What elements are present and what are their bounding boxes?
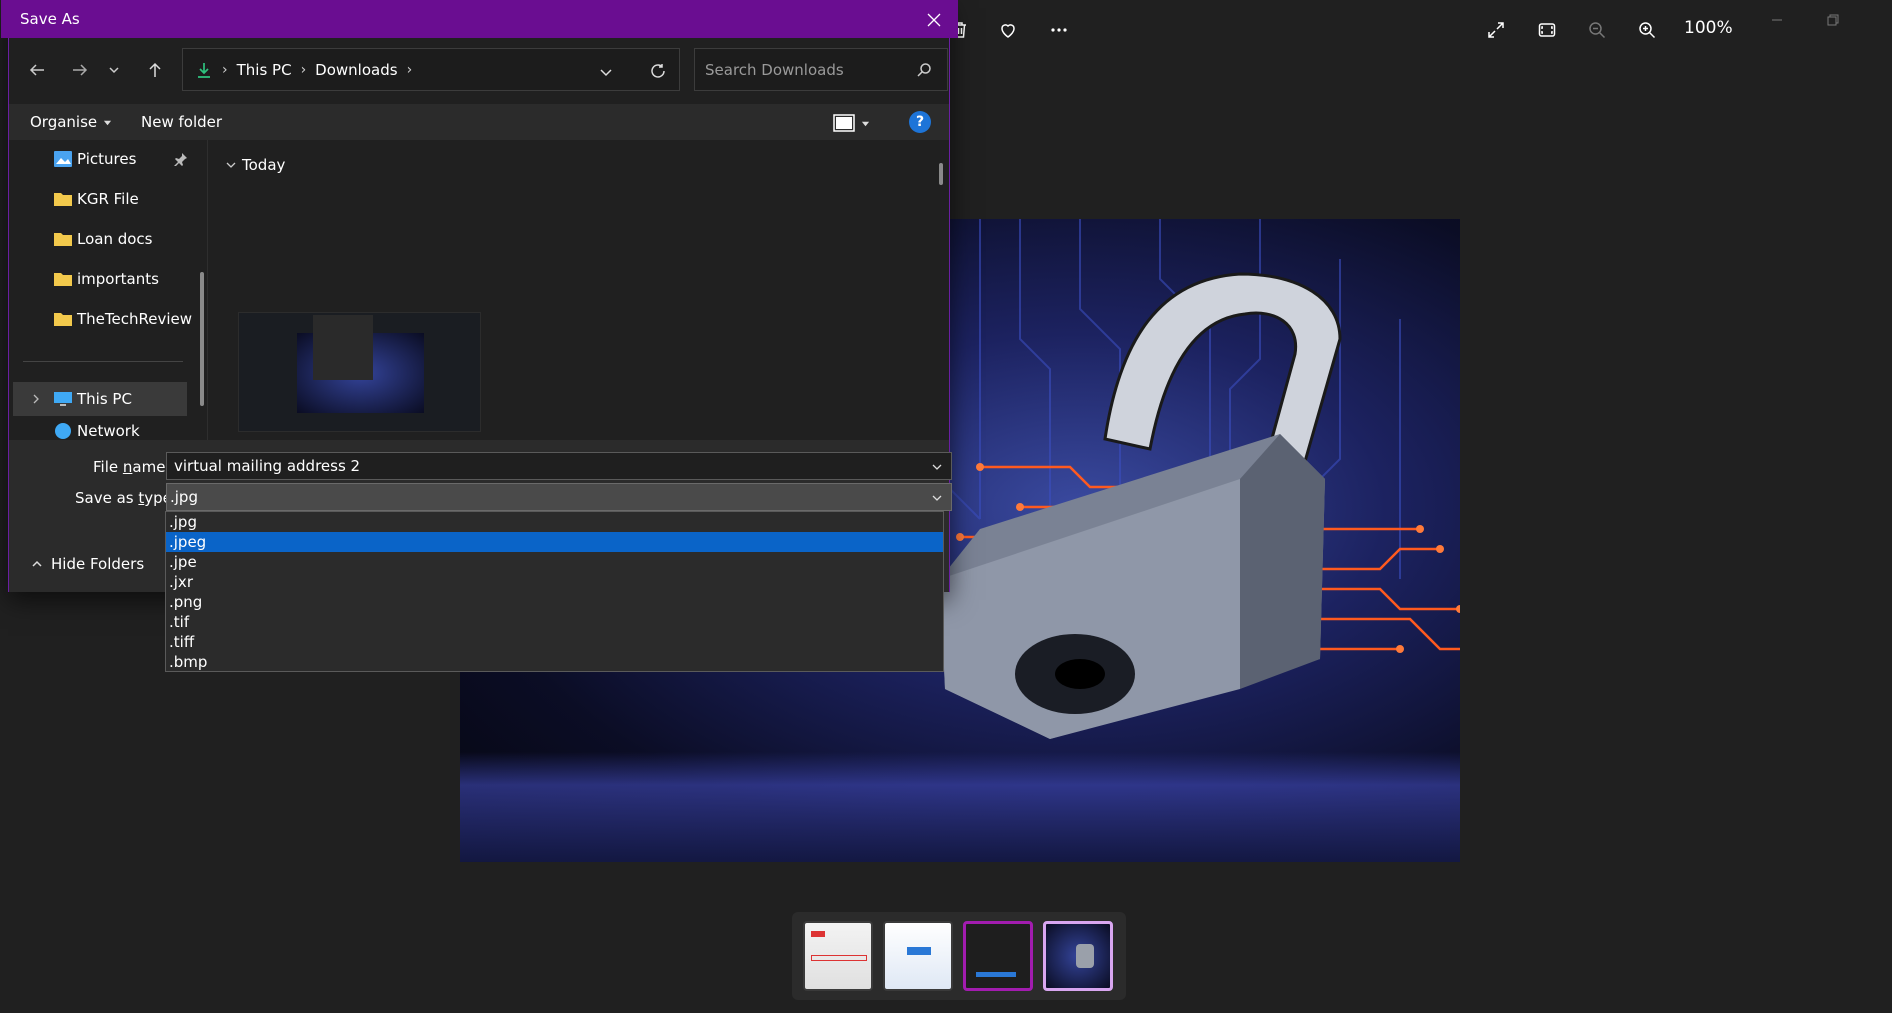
chevron-up-icon [32, 560, 42, 567]
type-option-png[interactable]: .png [166, 592, 943, 612]
type-option-jpe[interactable]: .jpe [166, 552, 943, 572]
breadcrumb-separator-icon[interactable]: › [407, 62, 413, 78]
help-button[interactable]: ? [909, 111, 931, 133]
save-as-type-chevron-down-icon[interactable] [930, 491, 944, 505]
dialog-title: Save As [20, 10, 80, 28]
organise-label: Organise [30, 113, 98, 131]
access-key: n [122, 458, 133, 476]
breadcrumb-this-pc[interactable]: This PC [237, 61, 292, 79]
chevron-down-icon [861, 121, 870, 126]
nav-item-label: Loan docs [77, 230, 153, 248]
download-location-icon [195, 61, 213, 79]
search-input[interactable]: Search Downloads [694, 48, 948, 91]
forward-arrow-icon[interactable] [64, 54, 96, 86]
close-icon[interactable] [919, 5, 949, 35]
this-pc-icon [54, 392, 72, 406]
breadcrumb-separator-icon: › [300, 61, 307, 78]
label-text: File [93, 458, 123, 476]
pin-icon[interactable] [174, 152, 188, 166]
expand-chevron-right-icon[interactable] [31, 394, 41, 404]
save-as-type-label: Save as type: [75, 489, 177, 507]
zoom-in-icon[interactable] [1629, 12, 1665, 48]
network-icon [55, 423, 71, 439]
nav-item-thetechreview[interactable]: TheTechReview [9, 302, 193, 336]
folder-icon [54, 273, 72, 286]
zoom-level-indicator[interactable]: 100% [1684, 18, 1733, 38]
nav-item-importants[interactable]: importants [9, 262, 189, 296]
save-as-type-dropdown-list: .jpg .jpeg .jpe .jxr .png .tif .tiff .bm… [165, 511, 944, 672]
group-header-today[interactable]: Today [226, 156, 285, 174]
nav-item-label: importants [77, 270, 159, 288]
command-toolbar: Organise New folder ? [9, 104, 949, 140]
file-name-chevron-down-icon[interactable] [930, 460, 944, 474]
breadcrumb-downloads[interactable]: Downloads [315, 61, 397, 79]
filmstrip-thumbnail[interactable] [803, 921, 873, 991]
refresh-icon[interactable] [645, 58, 671, 84]
nav-item-network[interactable]: Network [9, 422, 189, 440]
full-screen-icon[interactable] [1478, 12, 1514, 48]
floor-glow [460, 752, 1460, 862]
navigation-pane-scrollbar[interactable] [200, 272, 204, 406]
collapse-chevron-down-icon [226, 162, 236, 168]
search-icon[interactable] [915, 61, 933, 79]
file-view-scrollbar[interactable] [939, 163, 943, 185]
filmstrip-thumbnail-current[interactable] [1043, 921, 1113, 991]
favorite-heart-icon[interactable] [990, 12, 1026, 48]
type-option-bmp[interactable]: .bmp [166, 652, 943, 672]
thumbnail-menu-graphic [313, 315, 373, 380]
chevron-down-icon [104, 120, 112, 125]
navigation-pane: Pictures KGR File Loan docs importants T… [9, 140, 207, 440]
more-options-icon[interactable] [1041, 12, 1077, 48]
nav-item-label: TheTechReview [77, 310, 193, 328]
file-thumbnail[interactable] [238, 312, 481, 432]
view-layout-icon [833, 114, 855, 132]
folder-icon [54, 233, 72, 246]
back-arrow-icon[interactable] [21, 54, 53, 86]
nav-item-label: Network [77, 422, 140, 440]
change-view-button[interactable] [833, 112, 883, 134]
type-option-jxr[interactable]: .jxr [166, 572, 943, 592]
folder-icon [54, 193, 72, 206]
type-option-tiff[interactable]: .tiff [166, 632, 943, 652]
restore-icon[interactable] [1810, 8, 1856, 32]
save-as-dialog: Save As › This PC › Downloads › Search D… [1, 0, 958, 592]
fit-to-window-icon[interactable] [1529, 12, 1565, 48]
organise-button[interactable]: Organise [30, 113, 112, 131]
new-folder-button[interactable]: New folder [141, 113, 222, 131]
type-option-jpeg[interactable]: .jpeg [166, 532, 943, 552]
up-arrow-icon[interactable] [139, 54, 171, 86]
address-history-chevron-down-icon[interactable] [594, 60, 618, 84]
pictures-icon [54, 151, 72, 167]
zoom-out-icon[interactable] [1579, 12, 1615, 48]
nav-item-this-pc[interactable]: This PC [13, 382, 187, 416]
type-option-jpg[interactable]: .jpg [166, 512, 943, 532]
hide-folders-button[interactable]: Hide Folders [31, 555, 144, 573]
nav-item-label: KGR File [77, 190, 139, 208]
breadcrumb-separator-icon: › [222, 61, 228, 78]
label-text: Save as [75, 489, 139, 507]
nav-item-loan-docs[interactable]: Loan docs [9, 222, 189, 256]
file-name-input[interactable] [166, 452, 952, 480]
dialog-titlebar[interactable]: Save As [1, 0, 958, 38]
search-placeholder: Search Downloads [705, 60, 844, 79]
save-as-type-select[interactable]: .jpg [166, 483, 952, 511]
nav-item-pictures[interactable]: Pictures [9, 142, 189, 176]
recent-locations-chevron-down-icon[interactable] [103, 54, 125, 86]
filmstrip [792, 912, 1126, 1000]
group-label: Today [242, 156, 286, 174]
filmstrip-thumbnail[interactable] [883, 921, 953, 991]
file-name-label: File name: [93, 458, 170, 476]
nav-item-kgr-file[interactable]: KGR File [9, 182, 189, 216]
label-text: ame: [132, 458, 171, 476]
filmstrip-thumbnail[interactable] [963, 921, 1033, 991]
hide-folders-label: Hide Folders [51, 555, 145, 573]
nav-item-label: This PC [77, 390, 132, 408]
type-option-tif[interactable]: .tif [166, 612, 943, 632]
file-list-view: Today [208, 140, 948, 440]
nav-item-label: Pictures [77, 150, 137, 168]
nav-divider [23, 361, 183, 362]
folder-icon [54, 313, 72, 326]
minimize-icon[interactable] [1754, 8, 1800, 32]
